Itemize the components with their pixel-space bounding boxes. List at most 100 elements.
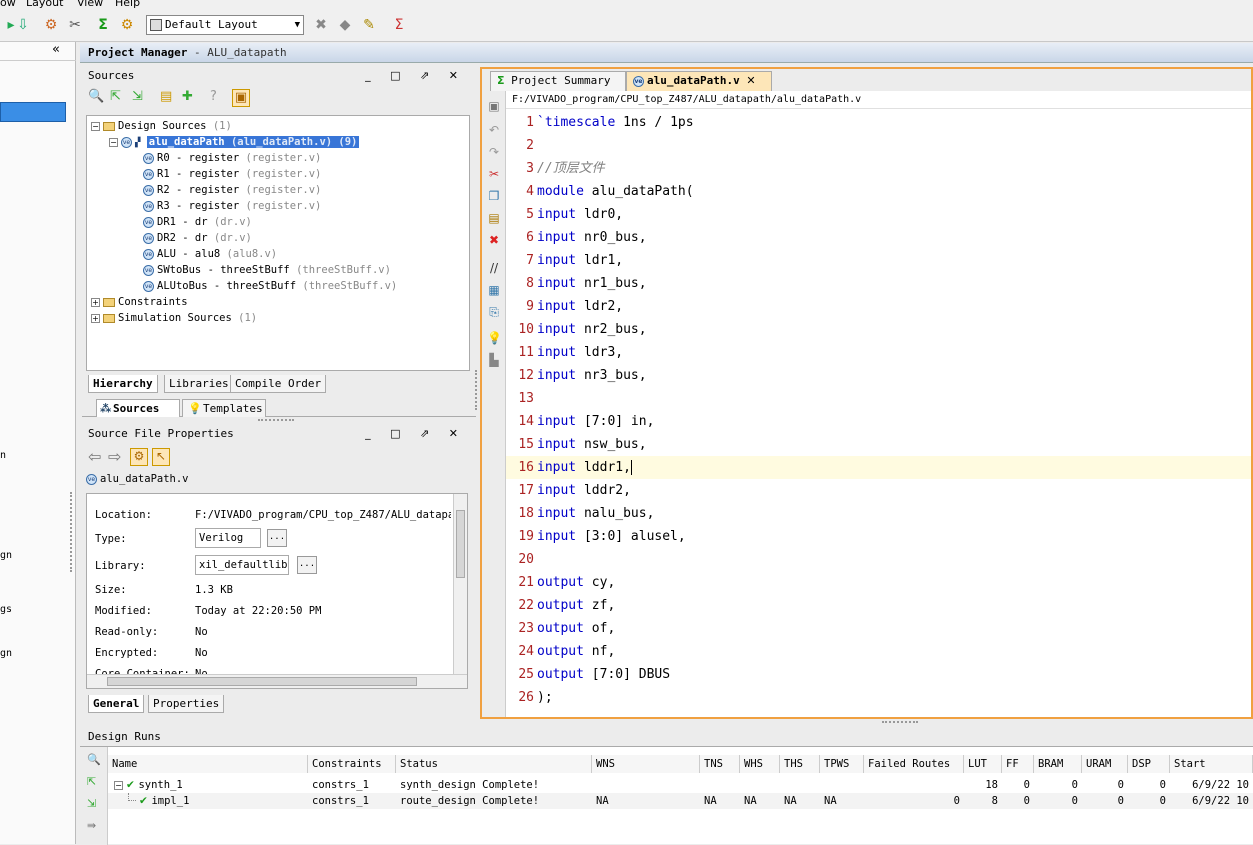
- code-line[interactable]: 23 output of,: [506, 617, 1251, 640]
- download-icon[interactable]: ⇩: [14, 16, 32, 34]
- column-header[interactable]: Start: [1170, 755, 1253, 773]
- bookmark-icon[interactable]: ▙: [487, 353, 501, 367]
- pin-icon[interactable]: ✎: [360, 16, 378, 34]
- menu-item-help[interactable]: Help: [115, 0, 140, 9]
- pointer-icon[interactable]: ↖: [152, 448, 170, 466]
- tree-item[interactable]: ve DR2 - dr (dr.v): [143, 230, 252, 246]
- save-icon[interactable]: ▣: [487, 99, 501, 113]
- collapse-all-icon[interactable]: ⇱: [110, 89, 121, 104]
- marker-icon[interactable]: ◆: [336, 16, 354, 34]
- code-line[interactable]: 6 input nr0_bus,: [506, 226, 1251, 249]
- library-field[interactable]: xil_defaultlib: [195, 555, 289, 575]
- column-header[interactable]: THS: [780, 755, 820, 773]
- code-line[interactable]: 2: [506, 134, 1251, 157]
- menu-item-layout[interactable]: Layout: [26, 0, 63, 9]
- splitter-handle[interactable]: [475, 370, 477, 410]
- search-icon[interactable]: 🔍: [88, 89, 104, 104]
- column-header[interactable]: LUT: [964, 755, 1002, 773]
- block-select-icon[interactable]: ▦: [487, 283, 501, 297]
- tree-item[interactable]: ve ALUtoBus - threeStBuff (threeStBuff.v): [143, 278, 397, 294]
- open-folder-icon[interactable]: ▤: [160, 89, 172, 104]
- tab-alu-datapath[interactable]: ve alu_dataPath.v ✕: [626, 71, 772, 91]
- flow-item[interactable]: gn: [0, 550, 12, 561]
- undo-icon[interactable]: ↶: [487, 123, 501, 137]
- expand-icon[interactable]: +: [91, 313, 100, 323]
- tab-hierarchy[interactable]: Hierarchy: [88, 375, 158, 393]
- gear-icon[interactable]: ⚙: [42, 16, 60, 34]
- collapse-icon[interactable]: «: [52, 42, 60, 57]
- tab-properties[interactable]: Properties: [148, 695, 225, 713]
- code-line[interactable]: 4 module alu_dataPath(: [506, 180, 1251, 203]
- sigma-icon[interactable]: Σ: [94, 16, 112, 34]
- code-line[interactable]: 7 input ldr1,: [506, 249, 1251, 272]
- menu-item[interactable]: ow: [0, 0, 16, 9]
- tree-item[interactable]: ve R1 - register (register.v): [143, 166, 321, 182]
- code-line[interactable]: 24 output nf,: [506, 640, 1251, 663]
- collapse-icon[interactable]: −: [91, 121, 100, 131]
- comment-icon[interactable]: //: [487, 261, 501, 275]
- flow-item[interactable]: gs: [0, 604, 12, 615]
- column-header[interactable]: Status: [396, 755, 592, 773]
- column-header[interactable]: WHS: [740, 755, 780, 773]
- library-browse-button[interactable]: ...: [297, 556, 317, 574]
- collapse-icon[interactable]: −: [114, 780, 123, 790]
- type-browse-button[interactable]: ...: [267, 529, 287, 547]
- view-toggle-icon[interactable]: ▣: [232, 89, 250, 107]
- cut-icon[interactable]: ✂: [487, 167, 501, 181]
- settings-icon[interactable]: ⚙: [130, 448, 148, 466]
- vertical-scrollbar[interactable]: [453, 494, 467, 674]
- splitter-handle[interactable]: [258, 419, 294, 421]
- code-line[interactable]: 16 input lddr1,: [506, 456, 1251, 479]
- code-line[interactable]: 3//顶层文件: [506, 157, 1251, 180]
- code-line[interactable]: 9 input ldr2,: [506, 295, 1251, 318]
- code-line[interactable]: 25 output [7:0] DBUS: [506, 663, 1251, 686]
- copy-icon[interactable]: ❐: [487, 189, 501, 203]
- column-header[interactable]: TNS: [700, 755, 740, 773]
- tab-sources[interactable]: ⁂ Sources: [96, 399, 180, 417]
- expand-all-icon[interactable]: ⇲: [87, 797, 96, 810]
- menu-item-view[interactable]: View: [77, 0, 103, 9]
- tab-libraries[interactable]: Libraries: [164, 375, 234, 393]
- column-header[interactable]: BRAM: [1034, 755, 1082, 773]
- back-icon[interactable]: ⇦: [88, 447, 101, 466]
- tree-item[interactable]: ve R3 - register (register.v): [143, 198, 321, 214]
- delete-icon[interactable]: ✖: [487, 233, 501, 247]
- tree-item[interactable]: ve R2 - register (register.v): [143, 182, 321, 198]
- splitter-handle[interactable]: [882, 721, 918, 723]
- code-line[interactable]: 11 input ldr3,: [506, 341, 1251, 364]
- layout-select[interactable]: Default Layout ▼: [146, 15, 304, 35]
- code-line[interactable]: 18 input nalu_bus,: [506, 502, 1251, 525]
- code-line[interactable]: 17 input lddr2,: [506, 479, 1251, 502]
- column-header[interactable]: FF: [1002, 755, 1034, 773]
- code-line[interactable]: 22 output zf,: [506, 594, 1251, 617]
- tree-item-top-module[interactable]: − ve ▞ alu_dataPath (alu_dataPath.v) (9): [109, 134, 360, 150]
- tree-item[interactable]: ve DR1 - dr (dr.v): [143, 214, 252, 230]
- column-header[interactable]: TPWS: [820, 755, 864, 773]
- lightbulb-icon[interactable]: 💡: [487, 331, 502, 345]
- help-icon[interactable]: Σ: [390, 16, 408, 34]
- add-sources-icon[interactable]: ✚: [182, 89, 193, 104]
- flow-item-selected[interactable]: [0, 102, 66, 122]
- code-line[interactable]: 15 input nsw_bus,: [506, 433, 1251, 456]
- code-line[interactable]: 8 input nr1_bus,: [506, 272, 1251, 295]
- collapse-icon[interactable]: −: [109, 137, 118, 147]
- code-line[interactable]: 14 input [7:0] in,: [506, 410, 1251, 433]
- close-icon[interactable]: ✕: [746, 74, 755, 87]
- tools-icon[interactable]: ✂: [66, 16, 84, 34]
- debug-icon[interactable]: ✖: [312, 16, 330, 34]
- column-header[interactable]: URAM: [1082, 755, 1128, 773]
- paste-icon[interactable]: ▤: [487, 211, 501, 225]
- window-buttons[interactable]: _ □ ⇗ ✕: [365, 69, 466, 82]
- code-line[interactable]: 20: [506, 548, 1251, 571]
- tree-item[interactable]: ve R0 - register (register.v): [143, 150, 321, 166]
- column-header[interactable]: Constraints: [308, 755, 396, 773]
- code-line[interactable]: 1 `timescale 1ns / 1ps: [506, 111, 1251, 134]
- splitter-handle[interactable]: [70, 492, 73, 572]
- expand-all-icon[interactable]: ⇲: [132, 89, 143, 104]
- forward-icon[interactable]: ⇨: [108, 447, 121, 466]
- window-buttons[interactable]: _ □ ⇗ ✕: [365, 427, 466, 440]
- tab-general[interactable]: General: [88, 695, 145, 713]
- code-line[interactable]: 19 input [3:0] alusel,: [506, 525, 1251, 548]
- horizontal-scrollbar[interactable]: [87, 674, 467, 688]
- column-header[interactable]: Failed Routes: [864, 755, 964, 773]
